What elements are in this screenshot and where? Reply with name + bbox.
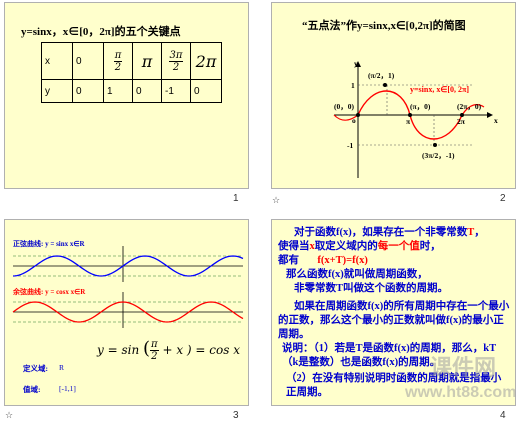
definition-line-4: 那么函数f(x)就叫做周期函数，: [286, 269, 428, 280]
text-span: ，: [474, 227, 485, 238]
range-label: 值域:: [23, 385, 41, 394]
slide-1-title: y=sinx，x∈[0，2π]的五个关键点: [21, 26, 181, 38]
table-cell: 0: [132, 79, 162, 103]
curve-label: y=sinx, x∈[0, 2π]: [410, 85, 470, 94]
table-cell: 1: [103, 79, 133, 103]
table-cell: -1: [161, 79, 191, 103]
y-tick-1: 1: [351, 81, 355, 90]
key-point: [383, 83, 387, 87]
fraction-numerator: 3π: [168, 49, 184, 62]
x-tick-2pi: 2π: [457, 117, 465, 126]
definition-line-1: 对于函数f(x)，如果存在一个非零常数T，: [294, 226, 512, 240]
definition-line-3: 都有 f(x+T)=f(x): [278, 254, 510, 268]
x-axis-label: x: [494, 116, 498, 125]
table-row: y 0 1 0 -1 0: [41, 79, 222, 103]
fraction-denominator: 2: [172, 61, 180, 73]
slide-number: 1: [233, 193, 239, 204]
point-label: (π，0): [410, 102, 431, 111]
table-cell: 0: [72, 79, 104, 103]
text-span: 时，: [419, 241, 441, 252]
point-label: (π/2，1): [368, 71, 395, 80]
text-span: f(x+T)=f(x): [317, 255, 368, 266]
sine-graph: [333, 61, 493, 178]
y-axis-label: y: [354, 59, 358, 68]
key-point: [356, 113, 360, 117]
slide-1-thumbnail[interactable]: y=sinx，x∈[0，2π]的五个关键点 x 0 π2 π 3π 2 2π y …: [4, 2, 249, 189]
definition-line-2: 使得当x取定义域内的每一个值时，: [278, 240, 510, 254]
slide-number: 4: [500, 410, 506, 421]
table-cell: 3π 2: [161, 42, 191, 80]
table-cell: π: [132, 42, 162, 80]
key-points-table: x 0 π2 π 3π 2 2π y 0 1 0 -1 0: [41, 42, 222, 103]
fraction-denominator: 2: [151, 351, 158, 362]
table-cell: 0: [190, 79, 222, 103]
point-label: (0，0): [334, 102, 354, 111]
formula-lhs: y = sin: [97, 343, 140, 357]
formula-rhs: + x ) = cos x: [162, 343, 240, 357]
table-row: x 0 π2 π 3π 2 2π: [41, 42, 222, 80]
text-span: 每一个值: [377, 241, 420, 252]
origin-label: o: [352, 116, 356, 125]
slide-3-thumbnail[interactable]: 正弦曲线: y = sinx x∈R 余弦曲线: y = cosx x∈R y …: [4, 219, 249, 406]
x-tick-pi: π: [406, 117, 411, 126]
identity-formula: y = sin (π 2 + x ) = cos x: [97, 338, 240, 362]
slide-transition-icon[interactable]: ☆: [272, 196, 280, 206]
watermark-url: www.ht88.com: [405, 384, 517, 401]
text-span: 对于函数f(x)，如果存在一个非零常数: [294, 227, 468, 238]
x-axis-arrow: [487, 112, 493, 118]
key-point: [433, 143, 437, 147]
two-pi-symbol: 2π: [195, 51, 217, 71]
fraction-numerator: π: [113, 49, 123, 62]
fraction-denominator: 2: [114, 61, 122, 73]
domain-label: 定义域:: [23, 364, 48, 373]
definition-line-5: 非零常数T叫做这个函数的周期。: [294, 283, 449, 294]
pi-symbol: π: [141, 51, 153, 71]
table-cell: 2π: [190, 42, 222, 80]
text-span: 都有: [278, 255, 299, 266]
range-value: [-1,1]: [59, 384, 76, 393]
watermark-logo-text: 课件网: [430, 355, 497, 380]
table-cell: y: [41, 79, 73, 103]
domain-value: R: [59, 363, 65, 372]
table-cell: 0: [72, 42, 104, 80]
min-period-paragraph: 如果在周期函数f(x)的所有周期中存在一个最小的正数，那么这个最小的正数就叫做f…: [278, 301, 510, 340]
slide-2-thumbnail[interactable]: “五点法”作y=sinx,x∈[0,2π]的简图 y x o 1 -1 π 2π…: [271, 2, 516, 189]
sine-cosine-graphs: [12, 246, 244, 328]
y-tick-neg1: -1: [347, 141, 354, 150]
point-label: (3π/2，-1): [422, 151, 455, 160]
table-cell: x: [41, 42, 73, 80]
table-cell: π2: [103, 42, 133, 80]
fraction-numerator: π: [150, 339, 159, 351]
slide-number: 2: [500, 193, 506, 204]
text-span: 使得当: [278, 241, 310, 252]
slide-transition-icon[interactable]: ☆: [5, 411, 13, 421]
point-label: (2π，0): [457, 102, 482, 111]
text-span: 取定义域内的: [314, 241, 378, 252]
slide-number: 3: [233, 410, 239, 421]
